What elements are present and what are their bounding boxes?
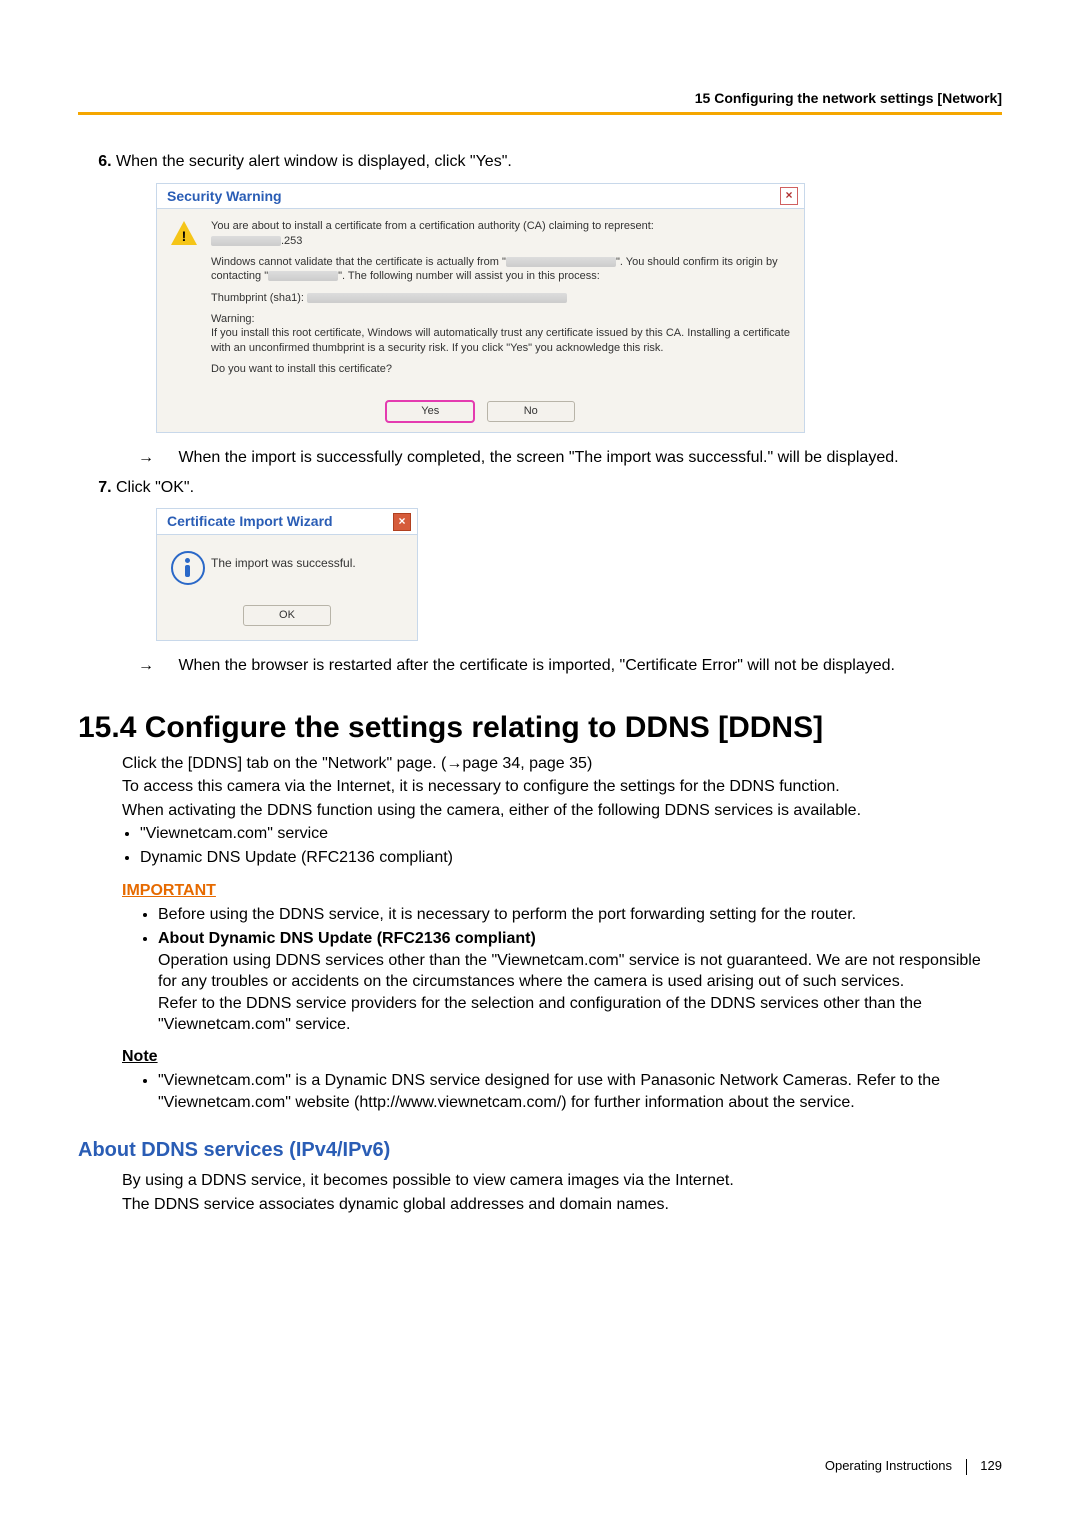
important-list: Before using the DDNS service, it is nec… bbox=[140, 904, 1002, 1036]
step-6-text: When the security alert window is displa… bbox=[116, 153, 512, 170]
subsection-heading: About DDNS services (IPv4/IPv6) bbox=[78, 1139, 1002, 1162]
dialog-title: Security Warning bbox=[167, 187, 282, 206]
step-list: When the security alert window is displa… bbox=[78, 151, 1002, 677]
step-7-result: → When the browser is restarted after th… bbox=[156, 655, 1002, 677]
section-para: Click the [DDNS] tab on the "Network" pa… bbox=[122, 753, 1002, 775]
note-list: "Viewnetcam.com" is a Dynamic DNS servic… bbox=[140, 1070, 1002, 1113]
section-para: To access this camera via the Internet, … bbox=[122, 776, 1002, 798]
page-footer: Operating Instructions 129 bbox=[825, 1458, 1002, 1475]
redacted-text bbox=[211, 236, 281, 246]
security-warning-dialog: Security Warning × You are about to inst… bbox=[156, 183, 805, 433]
subsection-para: By using a DDNS service, it becomes poss… bbox=[122, 1170, 1002, 1192]
dialog-message: You are about to install a certificate f… bbox=[211, 219, 790, 383]
arrow-icon: → bbox=[156, 447, 174, 469]
footer-label: Operating Instructions bbox=[825, 1458, 952, 1473]
step-6-result: → When the import is successfully comple… bbox=[156, 447, 1002, 469]
important-heading: IMPORTANT bbox=[122, 882, 1002, 900]
list-item: About Dynamic DNS Update (RFC2136 compli… bbox=[158, 928, 1002, 1036]
arrow-icon: → bbox=[156, 655, 174, 677]
dialog-titlebar: Security Warning × bbox=[157, 184, 804, 210]
list-item: Before using the DDNS service, it is nec… bbox=[158, 904, 1002, 926]
list-item: "Viewnetcam.com" is a Dynamic DNS servic… bbox=[158, 1070, 1002, 1113]
list-item: "Viewnetcam.com" service bbox=[140, 823, 1002, 845]
note-heading: Note bbox=[122, 1048, 1002, 1066]
close-icon[interactable]: × bbox=[393, 513, 411, 531]
close-icon[interactable]: × bbox=[780, 187, 798, 205]
redacted-text bbox=[506, 257, 616, 267]
chapter-header: 15 Configuring the network settings [Net… bbox=[78, 90, 1002, 106]
page-number: 129 bbox=[980, 1458, 1002, 1473]
info-icon bbox=[171, 551, 205, 585]
ok-button[interactable]: OK bbox=[243, 605, 331, 626]
section-para: When activating the DDNS function using … bbox=[122, 800, 1002, 822]
redacted-text bbox=[307, 293, 567, 303]
step-7-text: Click "OK". bbox=[116, 479, 194, 496]
dialog-message: The import was successful. bbox=[211, 545, 403, 585]
header-rule bbox=[78, 112, 1002, 115]
subsection-para: The DDNS service associates dynamic glob… bbox=[122, 1194, 1002, 1216]
dialog-titlebar: Certificate Import Wizard × bbox=[157, 509, 417, 535]
step-7: Click "OK". Certificate Import Wizard × … bbox=[116, 477, 1002, 677]
section-heading: 15.4 Configure the settings relating to … bbox=[78, 711, 1002, 745]
dialog-title: Certificate Import Wizard bbox=[167, 512, 333, 531]
service-list: "Viewnetcam.com" service Dynamic DNS Upd… bbox=[122, 823, 1002, 868]
yes-button[interactable]: Yes bbox=[386, 401, 474, 422]
footer-separator bbox=[966, 1459, 967, 1475]
no-button[interactable]: No bbox=[487, 401, 575, 422]
list-item: Dynamic DNS Update (RFC2136 compliant) bbox=[140, 847, 1002, 869]
import-wizard-dialog: Certificate Import Wizard × The import w… bbox=[156, 508, 418, 641]
warning-icon bbox=[171, 221, 197, 245]
step-6: When the security alert window is displa… bbox=[116, 151, 1002, 469]
redacted-text bbox=[268, 271, 338, 281]
